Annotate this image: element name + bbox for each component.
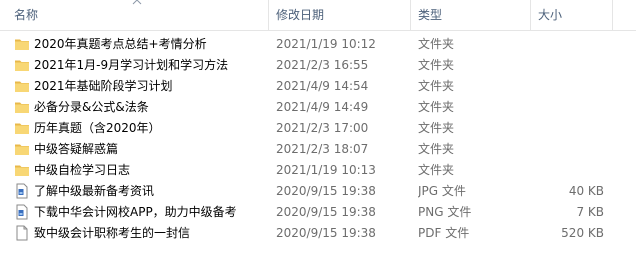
column-divider[interactable] bbox=[612, 0, 613, 30]
column-header-name[interactable]: 名称 bbox=[14, 0, 38, 30]
file-size bbox=[536, 55, 604, 76]
column-header-date[interactable]: 修改日期 bbox=[276, 0, 324, 30]
file-name: 下载中华会计网校APP，助力中级备考 bbox=[34, 205, 237, 219]
file-type: 文件夹 bbox=[418, 142, 455, 156]
file-modified-date: 2021/4/9 14:49 bbox=[276, 100, 369, 114]
file-type: 文件夹 bbox=[418, 37, 455, 51]
blank-file-icon bbox=[14, 225, 30, 241]
file-name: 2021年基础阶段学习计划 bbox=[34, 79, 173, 93]
column-divider[interactable] bbox=[410, 0, 411, 30]
file-name: 致中级会计职称考生的一封信 bbox=[34, 226, 191, 240]
file-row[interactable]: 中级答疑解惑篇 2021/2/3 18:07 文件夹 bbox=[0, 139, 636, 160]
file-row[interactable]: 了解中级最新备考资讯 2020/9/15 19:38 JPG 文件 40 KB bbox=[0, 181, 636, 202]
column-header-size[interactable]: 大小 bbox=[538, 0, 562, 30]
file-row[interactable]: 历年真题（含2020年） 2021/2/3 17:00 文件夹 bbox=[0, 118, 636, 139]
file-modified-date: 2021/2/3 17:00 bbox=[276, 121, 369, 135]
column-divider[interactable] bbox=[268, 0, 269, 30]
file-size bbox=[536, 160, 604, 181]
file-type: PNG 文件 bbox=[418, 205, 472, 219]
file-modified-date: 2021/1/19 10:12 bbox=[276, 37, 376, 51]
file-size bbox=[536, 139, 604, 160]
file-type: 文件夹 bbox=[418, 121, 455, 135]
file-modified-date: 2020/9/15 19:38 bbox=[276, 226, 376, 240]
file-row[interactable]: 下载中华会计网校APP，助力中级备考 2020/9/15 19:38 PNG 文件 7… bbox=[0, 202, 636, 223]
file-size bbox=[536, 34, 604, 55]
file-name: 必备分录&公式&法条 bbox=[34, 100, 149, 114]
file-modified-date: 2020/9/15 19:38 bbox=[276, 184, 376, 198]
file-type: PDF 文件 bbox=[418, 226, 470, 240]
file-name: 了解中级最新备考资讯 bbox=[34, 184, 155, 198]
file-row[interactable]: 2021年1月-9月学习计划和学习方法 2021/2/3 16:55 文件夹 bbox=[0, 55, 636, 76]
file-modified-date: 2021/1/19 10:13 bbox=[276, 163, 376, 177]
file-type: 文件夹 bbox=[418, 100, 455, 114]
folder-icon bbox=[14, 120, 30, 136]
file-name: 中级答疑解惑篇 bbox=[34, 142, 119, 156]
file-size bbox=[536, 97, 604, 118]
file-row[interactable]: 必备分录&公式&法条 2021/4/9 14:49 文件夹 bbox=[0, 97, 636, 118]
file-size: 520 KB bbox=[561, 226, 604, 240]
file-row[interactable]: 致中级会计职称考生的一封信 2020/9/15 19:38 PDF 文件 520 KB bbox=[0, 223, 636, 244]
file-type: JPG 文件 bbox=[418, 184, 466, 198]
image-file-icon bbox=[14, 204, 30, 220]
file-size bbox=[536, 76, 604, 97]
column-header-type[interactable]: 类型 bbox=[418, 0, 442, 30]
file-modified-date: 2021/2/3 16:55 bbox=[276, 58, 369, 72]
file-row[interactable]: 中级自检学习日志 2021/1/19 10:13 文件夹 bbox=[0, 160, 636, 181]
file-row[interactable]: 2021年基础阶段学习计划 2021/4/9 14:54 文件夹 bbox=[0, 76, 636, 97]
folder-icon bbox=[14, 36, 30, 52]
file-name: 历年真题（含2020年） bbox=[34, 121, 161, 135]
folder-icon bbox=[14, 141, 30, 157]
file-modified-date: 2021/4/9 14:54 bbox=[276, 79, 369, 93]
file-modified-date: 2021/2/3 18:07 bbox=[276, 142, 369, 156]
file-name: 中级自检学习日志 bbox=[34, 163, 131, 177]
file-type: 文件夹 bbox=[418, 79, 455, 93]
file-modified-date: 2020/9/15 19:38 bbox=[276, 205, 376, 219]
sort-ascending-icon bbox=[132, 0, 142, 5]
file-type: 文件夹 bbox=[418, 58, 455, 72]
file-size: 40 KB bbox=[568, 184, 604, 198]
file-row[interactable]: 2020年真题考点总结+考情分析 2021/1/19 10:12 文件夹 bbox=[0, 34, 636, 55]
folder-icon bbox=[14, 57, 30, 73]
file-size bbox=[536, 118, 604, 139]
folder-icon bbox=[14, 99, 30, 115]
file-name: 2020年真题考点总结+考情分析 bbox=[34, 37, 207, 51]
file-type: 文件夹 bbox=[418, 163, 455, 177]
image-file-icon bbox=[14, 183, 30, 199]
file-name: 2021年1月-9月学习计划和学习方法 bbox=[34, 58, 229, 72]
folder-icon bbox=[14, 162, 30, 178]
column-header-bar: 名称 修改日期 类型 大小 bbox=[0, 0, 636, 31]
file-list: 2020年真题考点总结+考情分析 2021/1/19 10:12 文件夹 2021年1… bbox=[0, 34, 636, 244]
file-size: 7 KB bbox=[576, 205, 604, 219]
folder-icon bbox=[14, 78, 30, 94]
column-divider[interactable] bbox=[530, 0, 531, 30]
